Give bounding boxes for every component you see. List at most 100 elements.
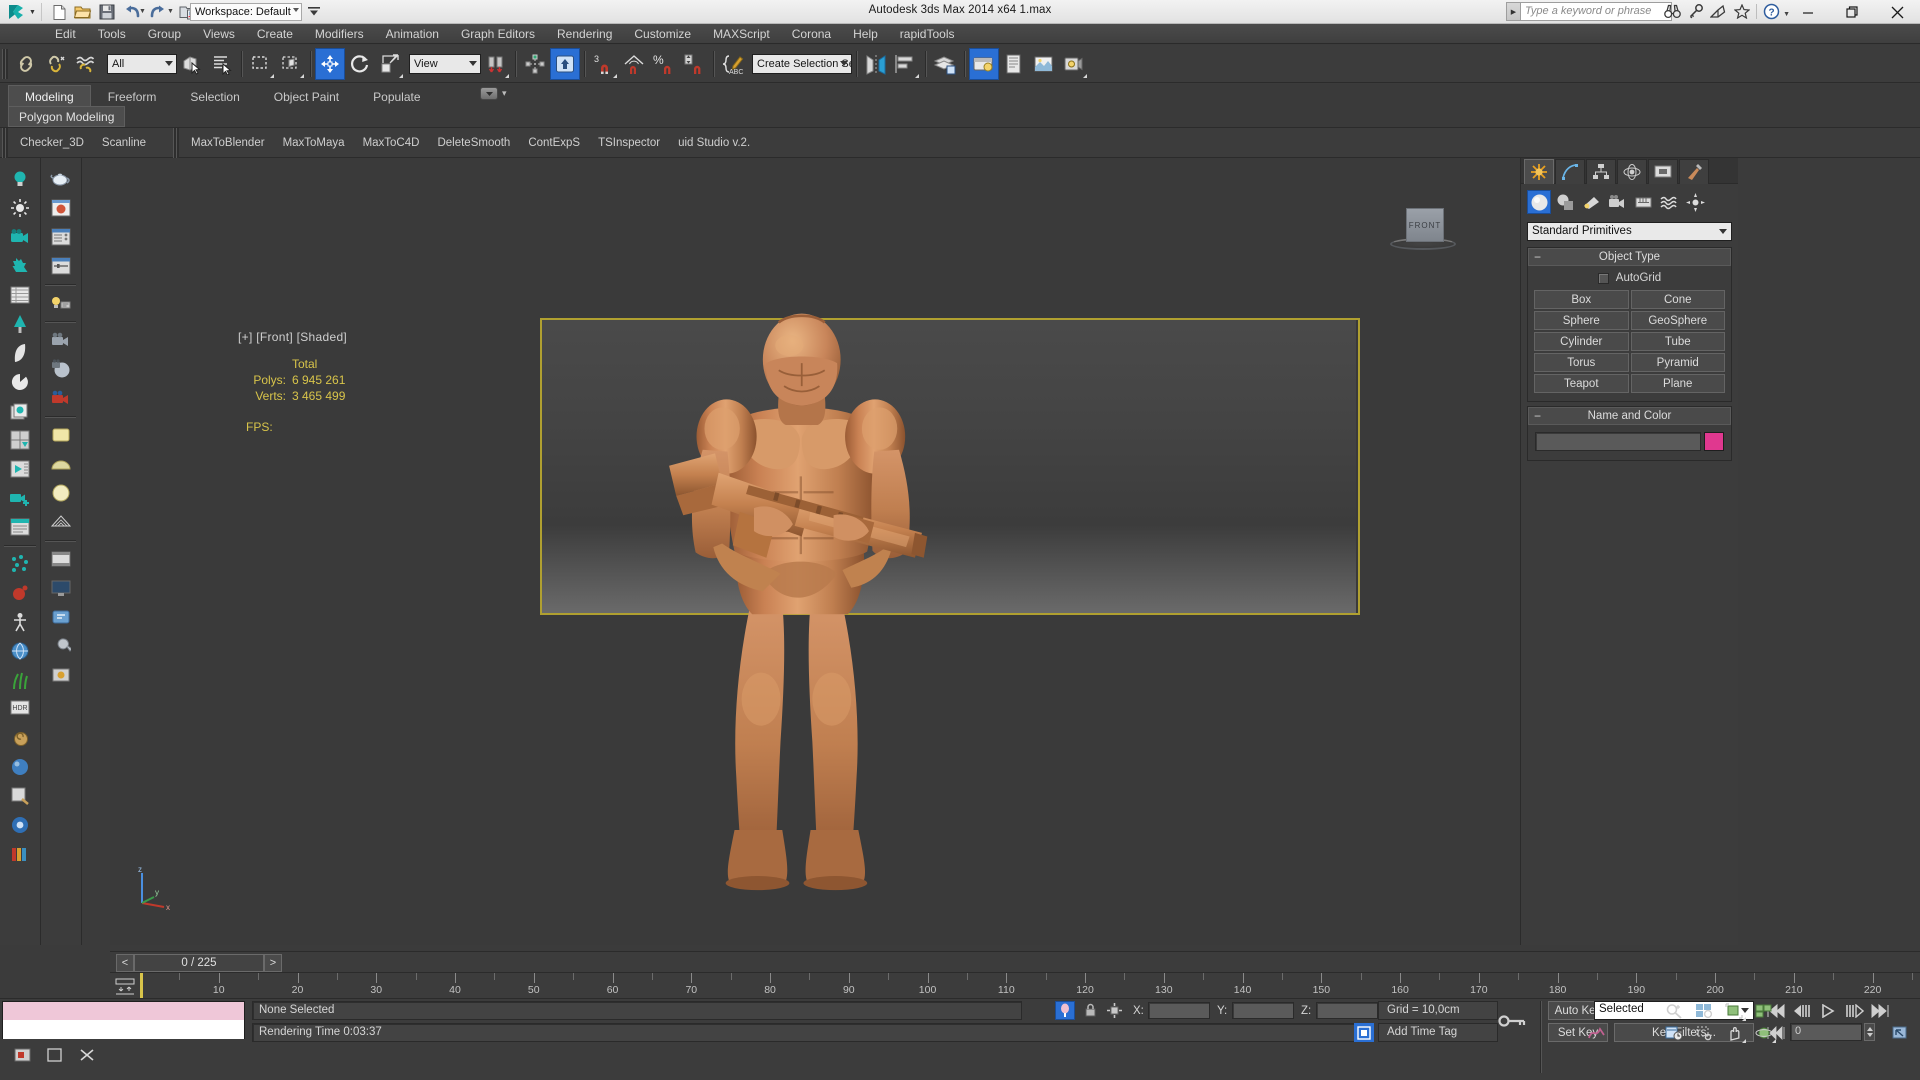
key-icon[interactable]	[1684, 2, 1707, 21]
motion-tab-icon[interactable]	[1617, 159, 1647, 184]
script-button-maxtoblender[interactable]: MaxToBlender	[182, 133, 274, 153]
menu-tools[interactable]: Tools	[87, 25, 137, 43]
zoom-extents-icon[interactable]	[1722, 1001, 1746, 1021]
teapot-icon[interactable]	[43, 165, 79, 193]
named-selection-set-dropdown[interactable]: Create Selection Se	[752, 53, 852, 74]
set-key-mode-icon[interactable]	[1496, 1009, 1530, 1033]
select-object-status-icon[interactable]	[44, 1045, 66, 1065]
maximize-viewport-icon[interactable]	[1888, 1023, 1912, 1043]
books-icon[interactable]	[2, 840, 38, 868]
spacewarps-category-icon[interactable]	[1657, 190, 1681, 214]
render-sphere-icon[interactable]	[2, 811, 38, 839]
select-and-manipulate-icon[interactable]	[550, 47, 580, 80]
tube-button[interactable]: Tube	[1630, 332, 1725, 351]
toolbar-grip[interactable]	[2, 48, 8, 79]
zoom-all-icon[interactable]	[1692, 1001, 1716, 1021]
material-editor-icon[interactable]	[969, 47, 999, 80]
align-icon[interactable]	[891, 48, 921, 80]
properties-list-icon[interactable]	[43, 223, 79, 251]
hierarchy-tab-icon[interactable]	[1586, 159, 1616, 184]
current-frame-input[interactable]: 0	[1790, 1023, 1862, 1041]
zoom-icon[interactable]	[1662, 1001, 1686, 1021]
geometry-category-icon[interactable]	[1527, 190, 1551, 214]
object-type-header[interactable]: − Object Type	[1528, 248, 1731, 266]
spreadsheet-icon[interactable]	[2, 281, 38, 309]
time-tag-icon[interactable]	[1354, 1023, 1374, 1042]
absolute-relative-transform-toggle[interactable]	[1055, 1001, 1075, 1020]
x-coord-field[interactable]	[1148, 1002, 1210, 1019]
set-key-curve-icon[interactable]	[1586, 1023, 1608, 1042]
select-by-name-icon[interactable]	[207, 48, 237, 80]
add-camera-icon[interactable]	[2, 484, 38, 512]
select-link-icon[interactable]	[11, 48, 41, 80]
menu-views[interactable]: Views	[192, 25, 246, 43]
leaf-icon[interactable]	[2, 339, 38, 367]
lights-category-icon[interactable]	[1579, 190, 1603, 214]
goto-end-icon[interactable]	[1868, 1001, 1892, 1021]
z-coord-field[interactable]	[1316, 1002, 1378, 1019]
menu-customize[interactable]: Customize	[623, 25, 702, 43]
systems-category-icon[interactable]	[1683, 190, 1707, 214]
character-rig-icon[interactable]	[2, 608, 38, 636]
plane-button[interactable]: Plane	[1630, 374, 1725, 393]
menu-help[interactable]: Help	[842, 25, 889, 43]
light-setup-icon[interactable]	[43, 289, 79, 317]
teapot-button[interactable]: Teapot	[1534, 374, 1629, 393]
search-input[interactable]: Type a keyword or phrase	[1520, 2, 1672, 21]
layers-stack-icon[interactable]	[2, 397, 38, 425]
material-preview-icon[interactable]	[43, 194, 79, 222]
video-player-icon[interactable]	[2, 455, 38, 483]
satellite-icon[interactable]	[1707, 2, 1730, 21]
name-and-color-header[interactable]: − Name and Color	[1528, 407, 1731, 425]
play-animation-icon[interactable]	[1816, 1001, 1840, 1021]
autogrid-row[interactable]: AutoGrid	[1534, 272, 1725, 284]
previous-frame-icon[interactable]	[1790, 1001, 1814, 1021]
spinner-snap-icon[interactable]	[679, 48, 709, 80]
menu-rendering[interactable]: Rendering	[546, 25, 623, 43]
tab-selection[interactable]: Selection	[173, 85, 256, 107]
torus-button[interactable]: Torus	[1534, 353, 1629, 372]
cameras-category-icon[interactable]	[1605, 190, 1629, 214]
add-time-tag-text[interactable]: Add Time Tag	[1378, 1023, 1498, 1042]
binoculars-icon[interactable]	[1661, 2, 1684, 21]
close-button[interactable]	[1875, 0, 1920, 24]
zoom-extents-all-icon[interactable]	[1752, 1001, 1776, 1021]
maxscript-mini-listener[interactable]	[2, 1001, 245, 1039]
autogrid-checkbox[interactable]	[1597, 272, 1609, 284]
star-icon[interactable]	[1730, 2, 1753, 21]
select-and-move-icon[interactable]	[315, 47, 345, 80]
script-button-checker3d[interactable]: Checker_3D	[11, 133, 93, 153]
time-slider-handle[interactable]	[140, 973, 143, 999]
camera-grey-icon[interactable]	[43, 326, 79, 354]
menu-corona[interactable]: Corona	[781, 25, 842, 43]
shapes-category-icon[interactable]	[1553, 190, 1577, 214]
cylinder-button[interactable]: Cylinder	[1534, 332, 1629, 351]
snail-icon[interactable]	[2, 724, 38, 752]
menu-edit[interactable]: Edit	[44, 25, 87, 43]
extra-tool-icon[interactable]	[43, 661, 79, 689]
wrench-tools-icon[interactable]	[43, 632, 79, 660]
script-button-contexps[interactable]: ContExpS	[519, 133, 589, 153]
search-dropdown-icon[interactable]: ▶	[1506, 2, 1520, 21]
render-setup-icon[interactable]	[999, 48, 1029, 80]
viewport-label[interactable]: [+] [Front] [Shaded]	[238, 330, 347, 344]
select-and-rotate-icon[interactable]	[345, 48, 375, 80]
region-zoom-icon[interactable]	[1692, 1023, 1716, 1043]
menu-maxscript[interactable]: MAXScript	[702, 25, 781, 43]
grass-icon[interactable]	[2, 666, 38, 694]
camera-icon[interactable]	[2, 223, 38, 251]
object-color-swatch[interactable]	[1704, 432, 1724, 451]
minimize-button[interactable]	[1785, 0, 1830, 24]
hdr-icon[interactable]: HDR	[2, 695, 38, 723]
timeline-ruler[interactable]: 10 20 30 40 50 60 70 80 90 100 110 120 130 140 150 160 1…	[140, 973, 1920, 999]
collapse-icon[interactable]: −	[1534, 409, 1541, 423]
toolbar-grip[interactable]	[173, 127, 180, 158]
rect-selection-region-icon[interactable]	[246, 48, 276, 80]
lock-selection-icon[interactable]	[1080, 1001, 1100, 1020]
film-strip-icon[interactable]	[43, 545, 79, 573]
panel-list-icon[interactable]	[2, 513, 38, 541]
camera-red-icon[interactable]	[43, 384, 79, 412]
time-configuration-icon[interactable]	[1662, 1023, 1686, 1043]
use-selection-center-icon[interactable]	[520, 48, 550, 80]
sphere-blue-icon[interactable]	[2, 753, 38, 781]
